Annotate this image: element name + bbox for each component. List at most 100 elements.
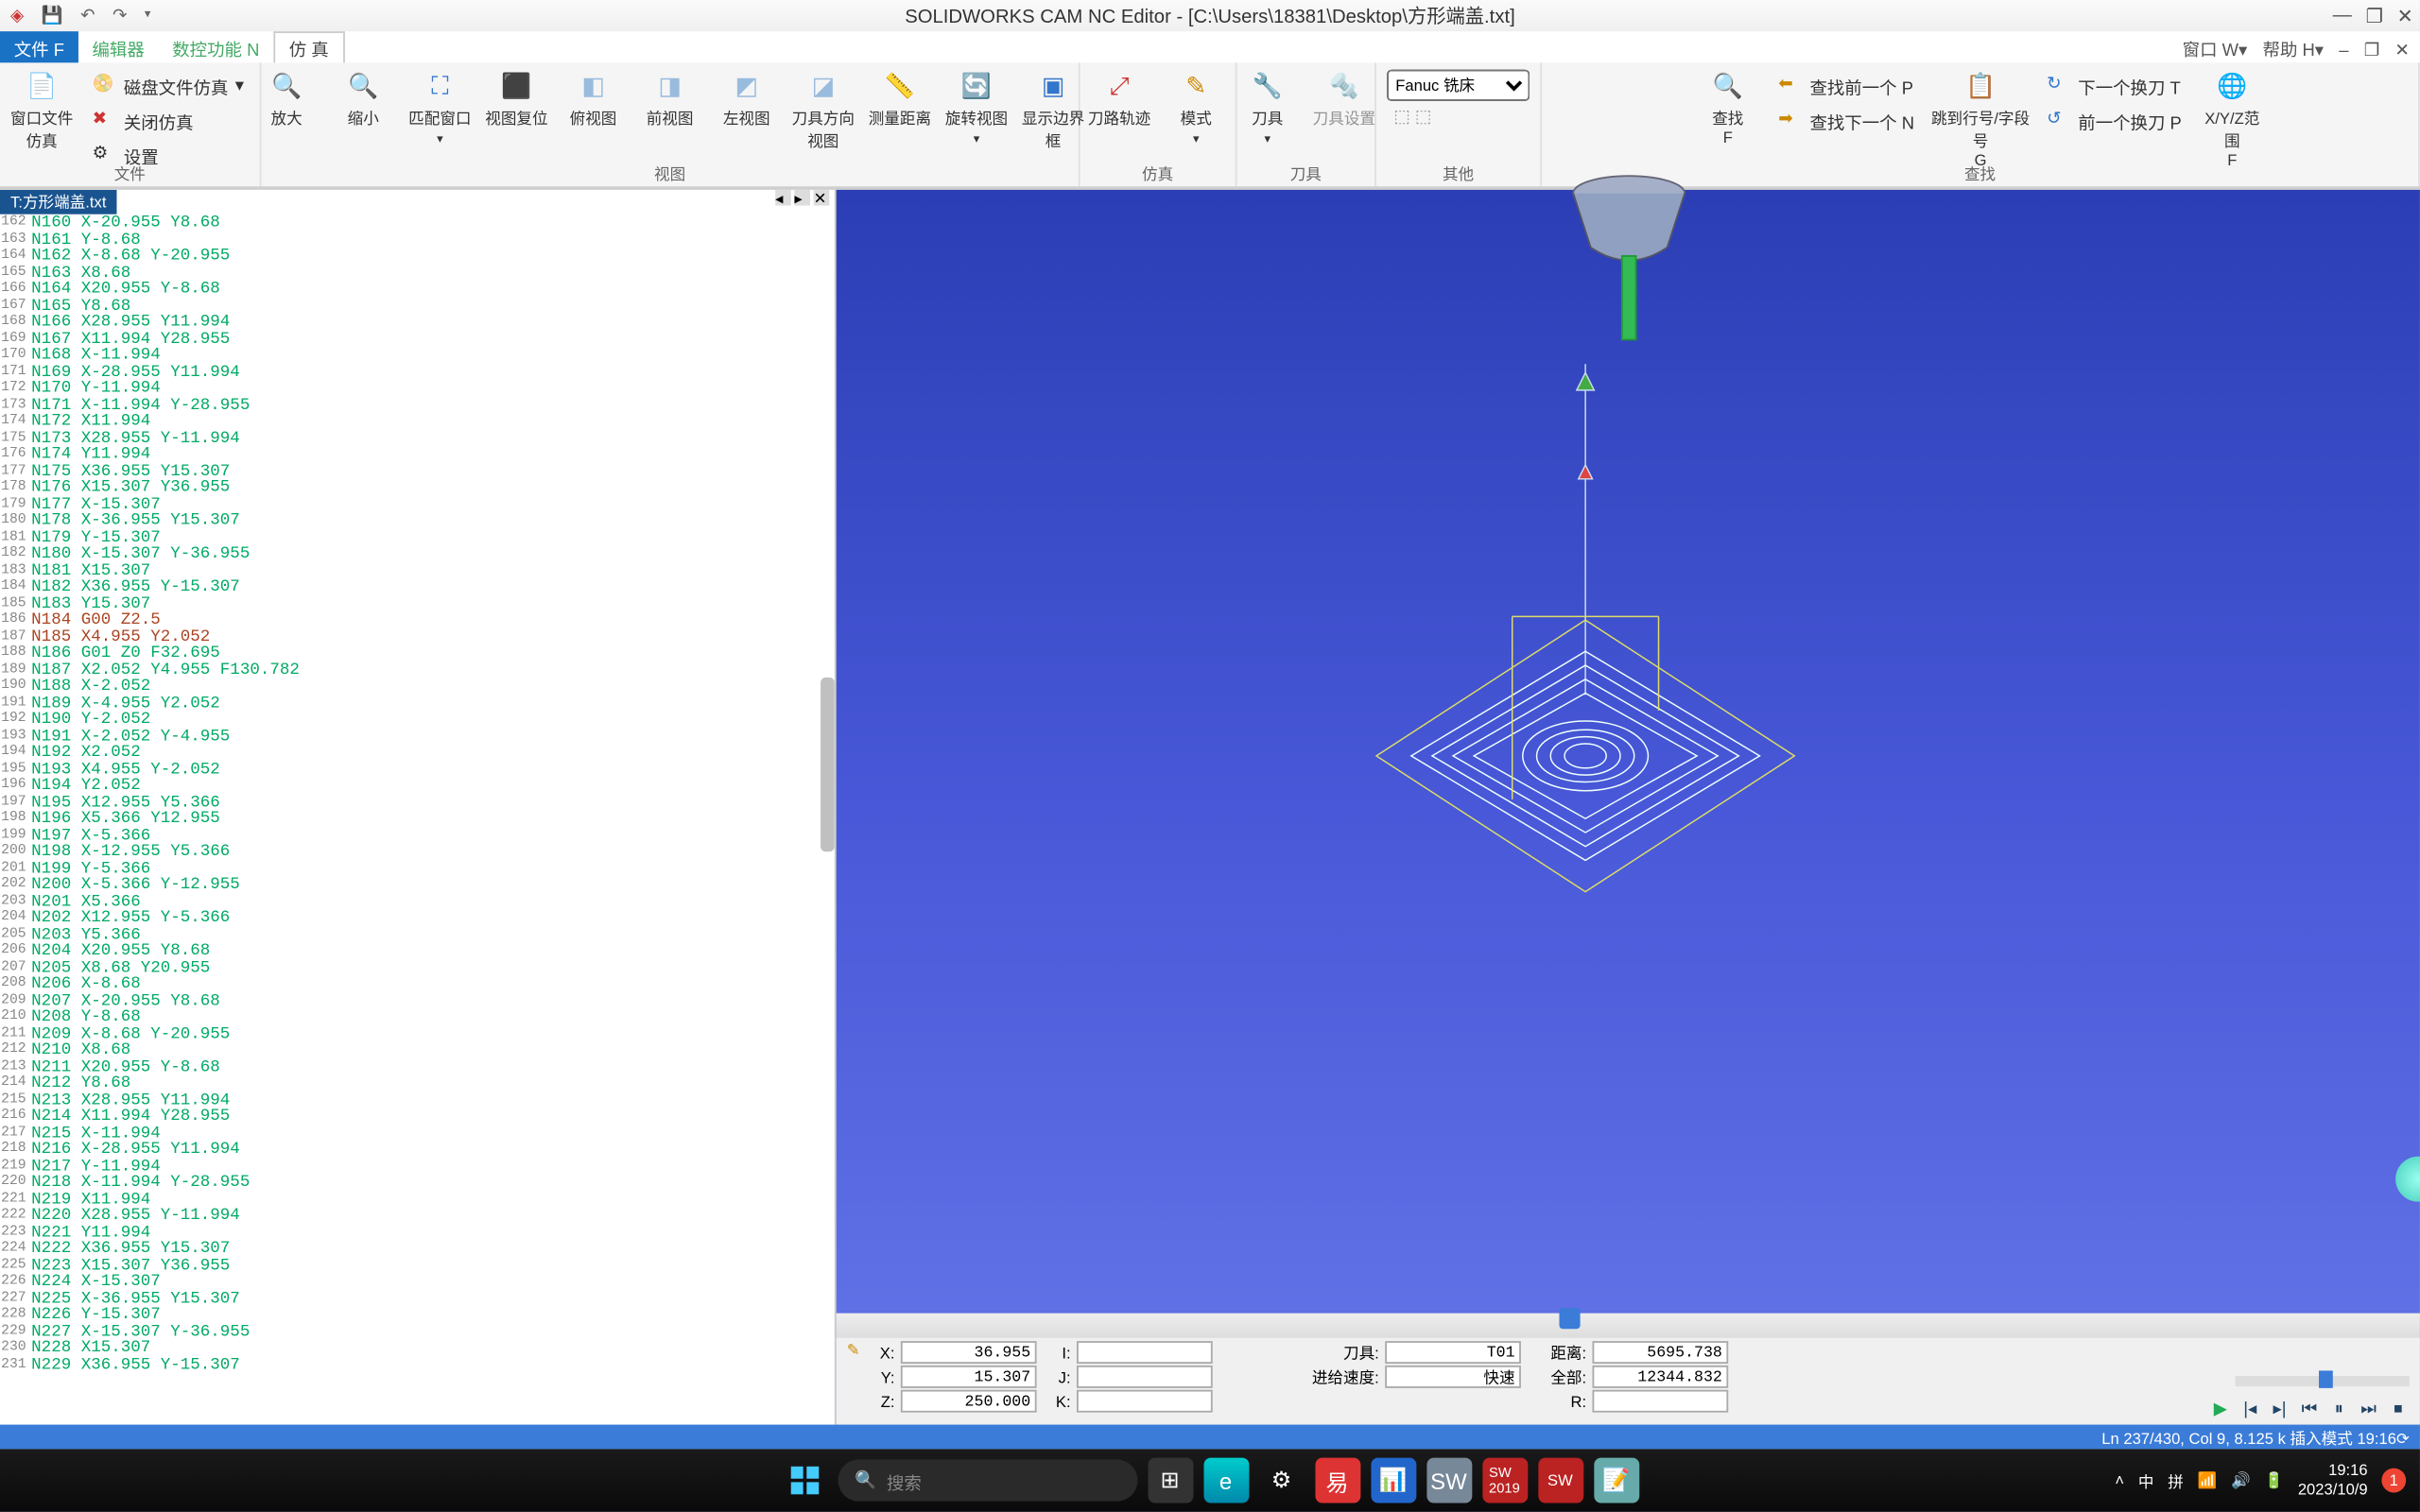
sim-slider-thumb[interactable] [1559, 1308, 1580, 1329]
disk-file-sim-button[interactable]: 📀磁盘文件仿真 ▾ [85, 70, 251, 103]
view-reset-button[interactable]: ⬛视图复位 [480, 66, 553, 130]
code-pane[interactable]: ◂▸✕ T:方形端盖.txt 162N160 X-20.955 Y8.68163… [0, 190, 837, 1425]
path-icon: ⤢ [1102, 68, 1137, 103]
doc-tab-next[interactable]: ▸ [794, 190, 810, 206]
coord-total [1592, 1366, 1728, 1388]
stop-icon[interactable]: ⏹ [2387, 1399, 2410, 1421]
tool-settings-button[interactable]: 🔩刀具设置 [1307, 66, 1380, 130]
find-prev-p-button[interactable]: ⬅查找前一个 P [1772, 70, 1921, 103]
tool-button[interactable]: 🔧刀具▾ [1231, 66, 1304, 148]
taskbar-search[interactable]: 🔍搜索 [838, 1459, 1137, 1501]
close-sim-button[interactable]: ✖关闭仿真 [85, 105, 251, 138]
menu-help[interactable]: 帮助 H▾ [2263, 42, 2325, 60]
menu-editor[interactable]: 编辑器 [78, 31, 159, 62]
file-tab[interactable]: T:方形端盖.txt [0, 190, 117, 215]
statusbar: Ln 237/430, Col 9, 8.125 k 插入模式 19:16⟳ [0, 1425, 2420, 1450]
3d-viewport[interactable]: ✎ X: Y: Z: I: J: K: 刀具: 进给速度: 距离: 全部: [837, 190, 2420, 1425]
coord-feed [1384, 1366, 1520, 1388]
measure-button[interactable]: 📏测量距离 [863, 66, 936, 130]
maximize-icon[interactable]: ❐ [2366, 5, 2383, 27]
mode-icon: ✎ [1179, 68, 1214, 103]
start-icon[interactable] [782, 1458, 827, 1503]
tool-next-icon: ↻ [2047, 74, 2071, 98]
window-file-sim-button[interactable]: 📄 窗口文件仿真 [6, 66, 78, 153]
top-view-button[interactable]: ◧俯视图 [557, 66, 630, 130]
controller-select[interactable]: Fanuc 铣床 [1387, 70, 1530, 101]
menu-sim[interactable]: 仿 真 [273, 31, 344, 62]
goto-line-button[interactable]: 📋跳到行号/字段号 G [1928, 66, 2033, 171]
tool-dir-view-button[interactable]: ◪刀具方向视图 [786, 66, 859, 153]
close-icon[interactable]: ✕ [2397, 5, 2413, 27]
clock[interactable]: 19:16 2023/10/9 [2298, 1461, 2368, 1500]
search-button[interactable]: 🔍查找 F [1691, 66, 1764, 148]
notifications-icon[interactable]: 1 [2381, 1469, 2406, 1493]
taskview-icon[interactable]: ⊞ [1148, 1458, 1193, 1503]
show-bounds-button[interactable]: ▣显示边界框 [1016, 66, 1089, 153]
play-icon[interactable]: ▶ [2209, 1399, 2232, 1421]
status-text: Ln 237/430, Col 9, 8.125 k 插入模式 19:16⟳ [2101, 1425, 2410, 1448]
toolpath-button[interactable]: ⤢刀路轨迹 [1082, 66, 1155, 130]
edge-icon[interactable]: e [1203, 1458, 1249, 1503]
doc-tab-close[interactable]: ✕ [814, 190, 830, 206]
mdi-max-icon[interactable]: ❐ [2364, 42, 2380, 60]
step-fwd-icon[interactable]: ▸| [2269, 1399, 2291, 1421]
save-icon[interactable]: 💾 [42, 6, 63, 25]
sw-app-icon[interactable]: SW [1537, 1458, 1582, 1503]
settings-tb-icon[interactable]: ⚙ [1259, 1458, 1305, 1503]
goto-icon: 📋 [1963, 68, 1998, 103]
mdi-min-icon[interactable]: – [2339, 42, 2348, 60]
coord-z [900, 1390, 1036, 1413]
sw2019-icon[interactable]: SW2019 [1481, 1458, 1527, 1503]
dropdown-icon[interactable]: ▾ [145, 6, 150, 25]
view-cube-widget[interactable] [2395, 1157, 2420, 1202]
rotate-view-button[interactable]: 🔄旋转视图▾ [940, 66, 1012, 148]
group-other-label: 其他 [1376, 162, 1540, 184]
battery-icon[interactable]: 🔋 [2264, 1470, 2284, 1489]
find-next-n-button[interactable]: ➡查找下一个 N [1772, 105, 1921, 138]
skip-fwd-icon[interactable]: ⏭ [2358, 1399, 2380, 1421]
code-editor[interactable]: 162N160 X-20.955 Y8.68163N161 Y-8.68164N… [0, 215, 835, 1425]
fit-icon: ⛶ [423, 68, 458, 103]
arrow-left-icon: ⬅ [1778, 74, 1803, 98]
cube-icon: ⬛ [499, 68, 534, 103]
taskbar: 🔍搜索 ⊞ e ⚙ 易 📊 SW SW2019 SW 📝 ˄ 中 拼 📶 🔊 🔋… [0, 1449, 2420, 1511]
sim-slider[interactable] [837, 1314, 2420, 1338]
coord-k [1076, 1390, 1212, 1413]
menu-window[interactable]: 窗口 W▾ [2183, 42, 2248, 60]
tray-chevron-icon[interactable]: ˄ [2115, 1471, 2124, 1488]
undo-icon[interactable]: ↶ [80, 6, 95, 25]
speed-slider[interactable] [2236, 1376, 2410, 1386]
volume-icon[interactable]: 🔊 [2231, 1470, 2251, 1489]
coord-tool [1384, 1341, 1520, 1364]
mode-button[interactable]: ✎模式▾ [1160, 66, 1233, 148]
skip-back-icon[interactable]: ⏮ [2298, 1399, 2321, 1421]
zoom-in-button[interactable]: 🔍放大 [250, 66, 322, 130]
wifi-icon[interactable]: 📶 [2198, 1470, 2218, 1489]
left-view-button[interactable]: ◩左视图 [710, 66, 783, 130]
mdi-close-icon[interactable]: ✕ [2394, 42, 2409, 60]
ime-lang[interactable]: 中 [2138, 1469, 2154, 1492]
notes-icon[interactable]: 📝 [1593, 1458, 1638, 1503]
pause-icon[interactable]: ⏸ [2327, 1399, 2350, 1421]
step-back-icon[interactable]: |◂ [2238, 1399, 2261, 1421]
fit-window-button[interactable]: ⛶匹配窗口▾ [404, 66, 476, 148]
next-tool-button[interactable]: ↻下一个换刀 T [2040, 70, 2188, 103]
sw-launcher-icon[interactable]: SW [1426, 1458, 1471, 1503]
manager-icon[interactable]: 📊 [1371, 1458, 1416, 1503]
cube-top-icon: ◧ [576, 68, 611, 103]
netease-icon[interactable]: 易 [1315, 1458, 1360, 1503]
xyz-range-button[interactable]: 🌐X/Y/Z范围 F [2196, 66, 2269, 171]
prev-tool-button[interactable]: ↺前一个换刀 P [2040, 105, 2188, 138]
front-view-button[interactable]: ◨前视图 [633, 66, 706, 130]
ruler-icon: 📏 [882, 68, 917, 103]
code-scrollbar[interactable] [821, 678, 835, 851]
bounds-icon: ▣ [1036, 68, 1071, 103]
menu-nc[interactable]: 数控功能 N [159, 31, 274, 62]
zoom-out-icon: 🔍 [346, 68, 381, 103]
minimize-icon[interactable]: — [2333, 5, 2352, 27]
ime-pinyin[interactable]: 拼 [2168, 1469, 2184, 1492]
zoom-out-button[interactable]: 🔍缩小 [327, 66, 400, 130]
redo-icon[interactable]: ↷ [112, 6, 127, 25]
menu-file[interactable]: 文件 F [0, 31, 78, 62]
doc-tab-prev[interactable]: ◂ [775, 190, 791, 206]
